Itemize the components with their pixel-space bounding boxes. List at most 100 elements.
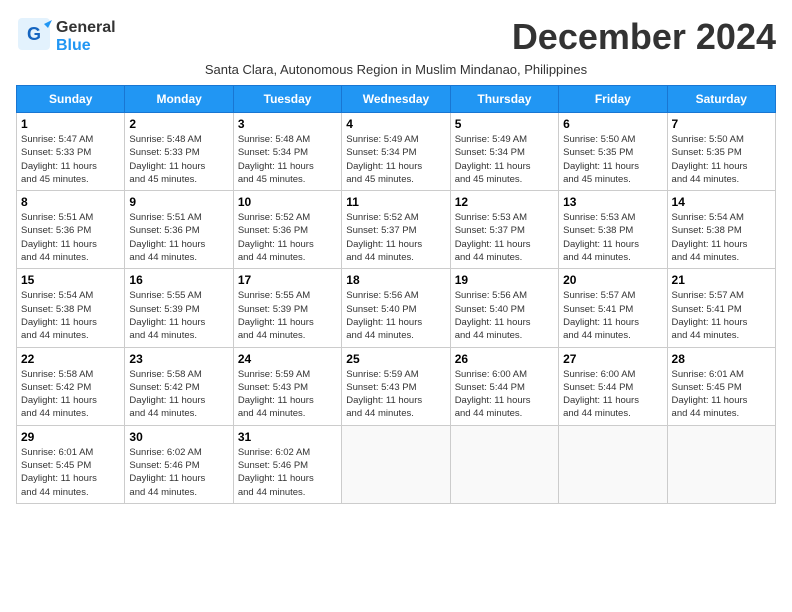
calendar-week-row: 15 Sunrise: 5:54 AMSunset: 5:38 PMDayligh… bbox=[17, 269, 776, 347]
day-number: 7 bbox=[672, 117, 771, 131]
col-header-wednesday: Wednesday bbox=[342, 86, 450, 113]
day-number: 11 bbox=[346, 195, 445, 209]
calendar-cell: 1 Sunrise: 5:47 AMSunset: 5:33 PMDaylight… bbox=[17, 113, 125, 191]
day-number: 10 bbox=[238, 195, 337, 209]
day-info: Sunrise: 5:56 AMSunset: 5:40 PMDaylight:… bbox=[455, 289, 554, 342]
calendar-cell bbox=[667, 425, 775, 503]
calendar-cell: 6Sunrise: 5:50 AMSunset: 5:35 PMDaylight… bbox=[559, 113, 667, 191]
day-number: 19 bbox=[455, 273, 554, 287]
day-info: Sunrise: 5:53 AMSunset: 5:37 PMDaylight:… bbox=[455, 211, 554, 264]
col-header-friday: Friday bbox=[559, 86, 667, 113]
calendar-week-row: 22 Sunrise: 5:58 AMSunset: 5:42 PMDayligh… bbox=[17, 347, 776, 425]
day-number: 6 bbox=[563, 117, 662, 131]
page-subtitle: Santa Clara, Autonomous Region in Muslim… bbox=[16, 62, 776, 77]
day-info: Sunrise: 5:48 AMSunset: 5:33 PMDaylight:… bbox=[129, 133, 228, 186]
calendar-week-row: 8 Sunrise: 5:51 AMSunset: 5:36 PMDaylight… bbox=[17, 191, 776, 269]
calendar-cell: 15 Sunrise: 5:54 AMSunset: 5:38 PMDayligh… bbox=[17, 269, 125, 347]
calendar-header-row: SundayMondayTuesdayWednesdayThursdayFrid… bbox=[17, 86, 776, 113]
day-info: Sunrise: 5:53 AMSunset: 5:38 PMDaylight:… bbox=[563, 211, 662, 264]
day-info: Sunrise: 5:55 AMSunset: 5:39 PMDaylight:… bbox=[238, 289, 337, 342]
calendar-cell: 17Sunrise: 5:55 AMSunset: 5:39 PMDayligh… bbox=[233, 269, 341, 347]
day-number: 8 bbox=[21, 195, 120, 209]
calendar-cell: 18 Sunrise: 5:56 AMSunset: 5:40 PMDayligh… bbox=[342, 269, 450, 347]
calendar-cell: 5 Sunrise: 5:49 AMSunset: 5:34 PMDaylight… bbox=[450, 113, 558, 191]
day-info: Sunrise: 5:49 AMSunset: 5:34 PMDaylight:… bbox=[455, 133, 554, 186]
day-number: 20 bbox=[563, 273, 662, 287]
calendar-cell: 28 Sunrise: 6:01 AMSunset: 5:45 PMDayligh… bbox=[667, 347, 775, 425]
day-info: Sunrise: 5:48 AMSunset: 5:34 PMDaylight:… bbox=[238, 133, 337, 186]
calendar-cell: 30 Sunrise: 6:02 AMSunset: 5:46 PMDayligh… bbox=[125, 425, 233, 503]
logo-general: General bbox=[56, 19, 116, 36]
day-number: 2 bbox=[129, 117, 228, 131]
day-info: Sunrise: 5:54 AMSunset: 5:38 PMDaylight:… bbox=[672, 211, 771, 264]
day-number: 21 bbox=[672, 273, 771, 287]
day-number: 3 bbox=[238, 117, 337, 131]
calendar-week-row: 29Sunrise: 6:01 AMSunset: 5:45 PMDayligh… bbox=[17, 425, 776, 503]
calendar-cell: 13 Sunrise: 5:53 AMSunset: 5:38 PMDayligh… bbox=[559, 191, 667, 269]
day-info: Sunrise: 5:57 AMSunset: 5:41 PMDaylight:… bbox=[563, 289, 662, 342]
day-number: 1 bbox=[21, 117, 120, 131]
day-number: 22 bbox=[21, 352, 120, 366]
col-header-sunday: Sunday bbox=[17, 86, 125, 113]
day-number: 23 bbox=[129, 352, 228, 366]
day-info: Sunrise: 6:02 AMSunset: 5:46 PMDaylight:… bbox=[129, 446, 228, 499]
day-number: 4 bbox=[346, 117, 445, 131]
day-info: Sunrise: 5:52 AMSunset: 5:37 PMDaylight:… bbox=[346, 211, 445, 264]
svg-text:G: G bbox=[27, 24, 41, 44]
day-info: Sunrise: 5:59 AMSunset: 5:43 PMDaylight:… bbox=[238, 368, 337, 421]
day-number: 9 bbox=[129, 195, 228, 209]
calendar-cell: 22 Sunrise: 5:58 AMSunset: 5:42 PMDayligh… bbox=[17, 347, 125, 425]
calendar-cell: 25 Sunrise: 5:59 AMSunset: 5:43 PMDayligh… bbox=[342, 347, 450, 425]
logo: G General Blue bbox=[16, 16, 116, 57]
calendar-cell: 4Sunrise: 5:49 AMSunset: 5:34 PMDaylight… bbox=[342, 113, 450, 191]
day-number: 12 bbox=[455, 195, 554, 209]
calendar-cell: 11 Sunrise: 5:52 AMSunset: 5:37 PMDayligh… bbox=[342, 191, 450, 269]
col-header-thursday: Thursday bbox=[450, 86, 558, 113]
calendar-cell: 16Sunrise: 5:55 AMSunset: 5:39 PMDayligh… bbox=[125, 269, 233, 347]
day-number: 13 bbox=[563, 195, 662, 209]
page-header: G General Blue December 2024 bbox=[16, 16, 776, 58]
day-number: 25 bbox=[346, 352, 445, 366]
day-number: 26 bbox=[455, 352, 554, 366]
calendar-cell: 7 Sunrise: 5:50 AMSunset: 5:35 PMDaylight… bbox=[667, 113, 775, 191]
day-number: 30 bbox=[129, 430, 228, 444]
calendar-cell: 19 Sunrise: 5:56 AMSunset: 5:40 PMDayligh… bbox=[450, 269, 558, 347]
calendar-cell: 21Sunrise: 5:57 AMSunset: 5:41 PMDayligh… bbox=[667, 269, 775, 347]
col-header-monday: Monday bbox=[125, 86, 233, 113]
calendar-cell: 27Sunrise: 6:00 AMSunset: 5:44 PMDayligh… bbox=[559, 347, 667, 425]
logo-icon: G bbox=[16, 16, 52, 52]
col-header-tuesday: Tuesday bbox=[233, 86, 341, 113]
day-info: Sunrise: 5:59 AMSunset: 5:43 PMDaylight:… bbox=[346, 368, 445, 421]
calendar-cell: 10Sunrise: 5:52 AMSunset: 5:36 PMDayligh… bbox=[233, 191, 341, 269]
calendar-cell: 8 Sunrise: 5:51 AMSunset: 5:36 PMDaylight… bbox=[17, 191, 125, 269]
day-number: 28 bbox=[672, 352, 771, 366]
col-header-saturday: Saturday bbox=[667, 86, 775, 113]
day-number: 14 bbox=[672, 195, 771, 209]
calendar-cell: 3 Sunrise: 5:48 AMSunset: 5:34 PMDaylight… bbox=[233, 113, 341, 191]
calendar-table: SundayMondayTuesdayWednesdayThursdayFrid… bbox=[16, 85, 776, 504]
day-info: Sunrise: 5:47 AMSunset: 5:33 PMDaylight:… bbox=[21, 133, 120, 186]
day-info: Sunrise: 5:51 AMSunset: 5:36 PMDaylight:… bbox=[21, 211, 120, 264]
day-number: 24 bbox=[238, 352, 337, 366]
day-info: Sunrise: 5:50 AMSunset: 5:35 PMDaylight:… bbox=[672, 133, 771, 186]
day-info: Sunrise: 6:00 AMSunset: 5:44 PMDaylight:… bbox=[563, 368, 662, 421]
logo-blue: Blue bbox=[56, 37, 91, 54]
day-info: Sunrise: 5:58 AMSunset: 5:42 PMDaylight:… bbox=[21, 368, 120, 421]
calendar-cell: 24 Sunrise: 5:59 AMSunset: 5:43 PMDayligh… bbox=[233, 347, 341, 425]
calendar-cell bbox=[342, 425, 450, 503]
calendar-week-row: 1 Sunrise: 5:47 AMSunset: 5:33 PMDaylight… bbox=[17, 113, 776, 191]
calendar-cell: 9 Sunrise: 5:51 AMSunset: 5:36 PMDaylight… bbox=[125, 191, 233, 269]
calendar-cell: 2 Sunrise: 5:48 AMSunset: 5:33 PMDaylight… bbox=[125, 113, 233, 191]
day-info: Sunrise: 6:00 AMSunset: 5:44 PMDaylight:… bbox=[455, 368, 554, 421]
day-number: 18 bbox=[346, 273, 445, 287]
day-info: Sunrise: 5:54 AMSunset: 5:38 PMDaylight:… bbox=[21, 289, 120, 342]
calendar-cell: 29Sunrise: 6:01 AMSunset: 5:45 PMDayligh… bbox=[17, 425, 125, 503]
day-number: 15 bbox=[21, 273, 120, 287]
day-info: Sunrise: 5:56 AMSunset: 5:40 PMDaylight:… bbox=[346, 289, 445, 342]
day-info: Sunrise: 6:01 AMSunset: 5:45 PMDaylight:… bbox=[672, 368, 771, 421]
day-info: Sunrise: 5:51 AMSunset: 5:36 PMDaylight:… bbox=[129, 211, 228, 264]
day-info: Sunrise: 6:01 AMSunset: 5:45 PMDaylight:… bbox=[21, 446, 120, 499]
calendar-cell: 14 Sunrise: 5:54 AMSunset: 5:38 PMDayligh… bbox=[667, 191, 775, 269]
day-number: 5 bbox=[455, 117, 554, 131]
calendar-cell bbox=[450, 425, 558, 503]
